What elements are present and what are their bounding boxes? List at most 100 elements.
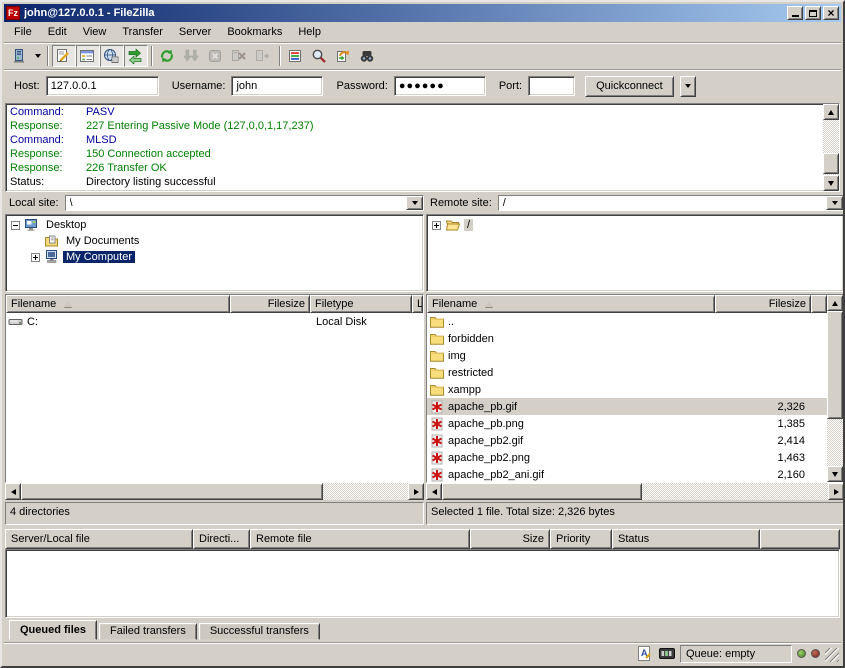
remote-vertical-scrollbar[interactable] [827,295,843,482]
file-row[interactable]: apache_pb.png1,385 [427,415,827,432]
scroll-thumb[interactable] [442,483,642,500]
refresh-button[interactable] [156,45,180,67]
log-label: Command: [10,105,86,119]
username-input[interactable] [231,76,323,96]
scroll-right-button[interactable] [408,483,424,500]
remote-treeview-button[interactable] [100,45,124,67]
disconnect-button[interactable] [228,45,252,67]
tab-queued-files[interactable]: Queued files [9,620,97,640]
column-header-filesize[interactable]: Filesize [715,295,811,313]
log-vertical-scrollbar[interactable] [823,104,839,191]
collapse-minus-icon[interactable] [11,221,20,230]
scroll-thumb[interactable] [823,153,839,174]
reconnect-button[interactable] [252,45,276,67]
tab-failed-transfers[interactable]: Failed transfers [99,623,197,640]
queue-column-directi[interactable]: Directi... [193,529,250,549]
scroll-down-button[interactable] [827,466,843,482]
site-manager-dropdown-button[interactable] [32,45,44,67]
scroll-up-button[interactable] [827,295,843,311]
file-search-button[interactable] [308,45,332,67]
title-bar[interactable]: Fz john@127.0.0.1 - FileZilla × [4,4,841,22]
menu-help[interactable]: Help [290,23,329,41]
remote-horizontal-scrollbar[interactable] [426,483,844,500]
username-label: Username: [172,80,226,92]
column-header-filetype[interactable]: Filetype [310,295,412,313]
local-site-input[interactable] [66,196,406,210]
log-text: 150 Connection accepted [86,147,211,161]
resize-grip[interactable] [825,648,839,662]
remote-site-dropdown-button[interactable] [826,196,843,210]
file-row[interactable]: C:Local Disk [6,313,423,330]
menu-view[interactable]: View [75,23,115,41]
file-row[interactable]: apache_pb2.gif2,414 [427,432,827,449]
scroll-left-button[interactable] [426,483,442,500]
process-queue-button[interactable] [180,45,204,67]
file-row[interactable]: img [427,347,827,364]
site-manager-button[interactable] [8,45,32,67]
quickconnect-dropdown-button[interactable] [680,76,696,97]
file-name-cell: apache_pb.png [427,416,715,431]
file-row[interactable]: restricted [427,364,827,381]
scroll-thumb[interactable] [21,483,323,500]
file-row[interactable]: forbidden [427,330,827,347]
menu-bookmarks[interactable]: Bookmarks [219,23,290,41]
expand-plus-icon[interactable] [31,253,40,262]
transfer-queue-button[interactable] [124,45,148,67]
file-row[interactable]: .. [427,313,827,330]
file-row[interactable]: apache_pb2.png1,463 [427,449,827,466]
menu-edit[interactable]: Edit [40,23,75,41]
log-row: Response:150 Connection accepted [10,147,823,161]
password-input[interactable] [394,76,486,96]
cancel-button[interactable] [204,45,228,67]
status-bar: A Queue: empty [4,642,841,664]
remote-site-input[interactable] [499,196,826,210]
column-header-filesize[interactable]: Filesize [230,295,310,313]
menu-file[interactable]: File [6,23,40,41]
tree-item[interactable]: My Computer [6,249,423,265]
column-header-filename[interactable]: Filename [6,295,230,313]
filter-button[interactable] [284,45,308,67]
tree-item[interactable]: / [427,217,843,233]
minimize-button[interactable] [787,6,803,20]
triangle-right-icon [834,489,839,495]
maximize-button[interactable] [805,6,821,20]
scroll-left-button[interactable] [5,483,21,500]
queue-column-status[interactable]: Status [612,529,760,549]
close-button[interactable]: × [823,6,839,20]
remote-site-combobox[interactable] [498,195,844,211]
file-row[interactable]: apache_pb.gif2,326 [427,398,827,415]
scroll-right-button[interactable] [828,483,844,500]
port-input[interactable] [528,76,575,96]
file-row[interactable]: apache_pb2_ani.gif2,160 [427,466,827,482]
tab-successful-transfers[interactable]: Successful transfers [199,623,320,640]
log-text: PASV [86,105,115,119]
local-site-combobox[interactable] [65,195,424,211]
tree-item[interactable]: Desktop [6,217,423,233]
host-input[interactable] [46,76,159,96]
column-header-label: Filename [432,298,477,310]
message-log-button[interactable] [52,45,76,67]
column-header-l[interactable]: L [412,295,423,313]
menu-transfer[interactable]: Transfer [114,23,171,41]
queue-column-priority[interactable]: Priority [550,529,612,549]
queue-column-remotefile[interactable]: Remote file [250,529,470,549]
compare-button[interactable] [356,45,380,67]
log-text: 227 Entering Passive Mode (127,0,0,1,17,… [86,119,313,133]
sync-browsing-button[interactable] [332,45,356,67]
local-horizontal-scrollbar[interactable] [5,483,424,500]
scroll-down-button[interactable] [823,175,839,191]
queue-column-serverlocalfile[interactable]: Server/Local file [5,529,193,549]
file-name: xampp [448,384,481,396]
column-header-filename[interactable]: Filename [427,295,715,313]
quickconnect-button[interactable]: Quickconnect [585,76,674,97]
file-row[interactable]: xampp [427,381,827,398]
local-treeview-button[interactable] [76,45,100,67]
expand-plus-icon[interactable] [432,221,441,230]
local-site-dropdown-button[interactable] [406,196,423,210]
queue-column-size[interactable]: Size [470,529,550,549]
menu-server[interactable]: Server [171,23,219,41]
scroll-thumb[interactable] [827,311,843,419]
tree-item[interactable]: My Documents [6,233,423,249]
triangle-up-icon [832,301,838,306]
scroll-up-button[interactable] [823,104,839,120]
